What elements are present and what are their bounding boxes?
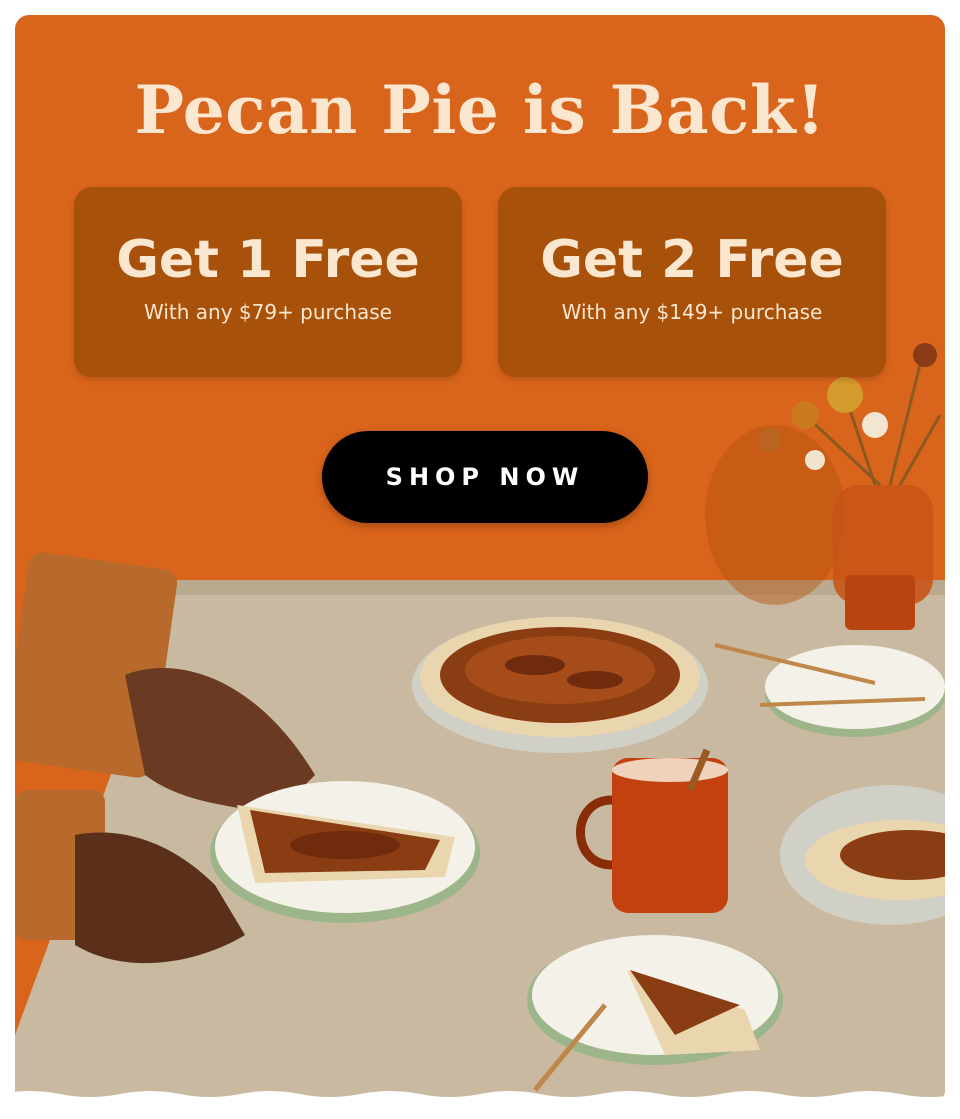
offer-subtext: With any $79+ purchase: [144, 299, 392, 324]
offer-headline: Get 1 Free: [116, 230, 420, 290]
pecan-pie-image: [412, 617, 708, 753]
offer-headline: Get 2 Free: [540, 230, 844, 290]
banner-title: Pecan Pie is Back!: [134, 71, 826, 149]
offer-card-2: Get 2 Free With any $149+ purchase: [498, 187, 886, 377]
wavy-divider: [0, 1091, 960, 1119]
pecan-pie-photo: [15, 343, 945, 1104]
promo-banner: Pecan Pie is Back! Get 1 Free With any $…: [15, 15, 945, 1104]
shop-now-button[interactable]: SHOP NOW: [322, 431, 648, 523]
offer-subtext: With any $149+ purchase: [561, 299, 823, 324]
offer-card-1: Get 1 Free With any $79+ purchase: [74, 187, 462, 377]
